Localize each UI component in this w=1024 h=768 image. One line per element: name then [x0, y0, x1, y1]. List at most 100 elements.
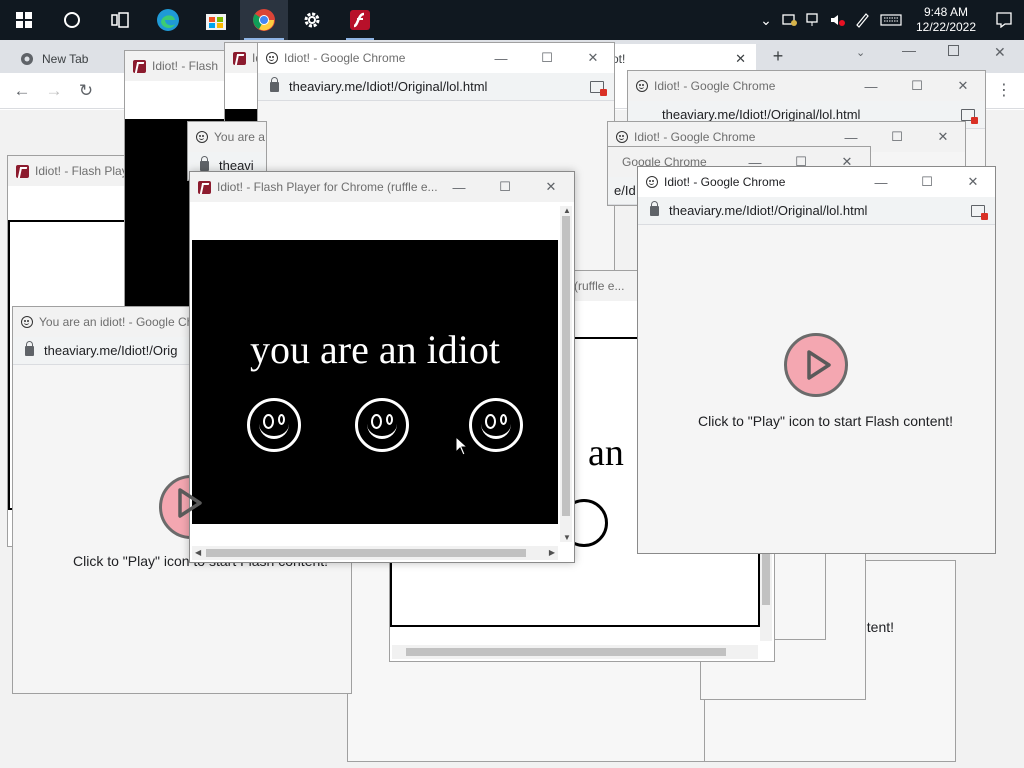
- chevron-up-icon[interactable]: ⌄: [754, 0, 778, 40]
- store-button[interactable]: [192, 0, 240, 40]
- start-button[interactable]: [0, 0, 48, 40]
- maximize-icon[interactable]: ☐: [874, 122, 920, 152]
- cortana-circle-icon: [64, 12, 80, 28]
- chrome-button[interactable]: [240, 0, 288, 40]
- window-title: You are an idiot! - Google Ch: [39, 315, 194, 329]
- edge-icon: [157, 9, 179, 31]
- back-icon[interactable]: ←: [12, 81, 32, 101]
- chrome-popup-small-titlebar[interactable]: You are a: [188, 122, 266, 152]
- close-tab-icon[interactable]: ✕: [735, 51, 746, 67]
- search-button[interactable]: [48, 0, 96, 40]
- task-view-button[interactable]: [96, 0, 144, 40]
- network-icon[interactable]: [802, 0, 826, 40]
- scroll-thumb-h[interactable]: [206, 549, 526, 557]
- horizontal-scrollbar[interactable]: ◀ ▶: [192, 546, 558, 560]
- scroll-up-icon[interactable]: ▲: [563, 206, 571, 215]
- meet-now-icon[interactable]: [778, 0, 802, 40]
- minimize-icon[interactable]: —: [858, 167, 904, 197]
- window-title: Idiot! - Flash: [152, 59, 219, 73]
- window-title: You are a: [214, 130, 265, 144]
- window-title: Idiot! - Google Chrome: [634, 130, 756, 144]
- clock[interactable]: 9:48 AM 12/22/2022: [908, 5, 984, 35]
- edge-button[interactable]: [144, 0, 192, 40]
- smiley-face-icon: [247, 398, 301, 452]
- play-button[interactable]: [784, 333, 848, 397]
- horizontal-scrollbar[interactable]: [392, 645, 758, 659]
- menu-kebab-icon[interactable]: ⋮: [994, 81, 1014, 101]
- smiley-favicon-icon: [266, 52, 278, 64]
- forward-icon[interactable]: →: [44, 81, 64, 101]
- minimize-icon[interactable]: —: [478, 43, 524, 73]
- close-icon[interactable]: ✕: [920, 122, 965, 152]
- notification-icon: [996, 12, 1012, 28]
- minimize-icon[interactable]: —: [848, 71, 894, 101]
- extension-icon[interactable]: [961, 109, 978, 124]
- pen-icon[interactable]: [850, 0, 874, 40]
- close-icon[interactable]: ✕: [528, 172, 574, 202]
- close-window-icon[interactable]: ✕: [994, 44, 1006, 61]
- window-title: Idiot! - Flash Player for Chrome (ruffle…: [217, 180, 438, 194]
- extension-icon[interactable]: [971, 205, 988, 220]
- tab-search-icon[interactable]: ⌄: [856, 46, 865, 59]
- tab-new-tab[interactable]: New Tab: [8, 44, 120, 73]
- maximize-icon[interactable]: ☐: [904, 167, 950, 197]
- tab-label: New Tab: [42, 51, 89, 66]
- tab-idiot[interactable]: ot! ✕: [604, 44, 756, 73]
- keyboard-icon[interactable]: [874, 0, 908, 40]
- store-icon: [206, 14, 226, 30]
- flash-window-left-titlebar[interactable]: Idiot! - Flash Play: [8, 156, 141, 186]
- flash-favicon-icon: [233, 51, 246, 65]
- close-icon[interactable]: ✕: [940, 71, 985, 101]
- address-bar[interactable]: theaviary.me/Idiot!/Original/lol.html: [638, 197, 995, 225]
- maximize-icon[interactable]: ☐: [524, 43, 570, 73]
- chrome-icon: [253, 9, 275, 31]
- flash-message: Click to "Play" icon to start Flash cont…: [698, 413, 954, 429]
- smiley-favicon-icon: [21, 316, 33, 328]
- reload-icon[interactable]: ↻: [76, 81, 96, 101]
- notification-button[interactable]: [984, 0, 1024, 40]
- flash-favicon-icon: [198, 180, 211, 194]
- smiley-face-icon: [355, 398, 409, 452]
- flash-favicon-icon: [133, 59, 146, 73]
- lock-icon: [270, 76, 279, 92]
- scroll-thumb-h[interactable]: [406, 648, 726, 656]
- url-text: theaviary.me/Idiot!/Original/lol.html: [662, 107, 861, 122]
- close-icon[interactable]: ✕: [570, 43, 614, 73]
- flash-window-top-titlebar[interactable]: Idiot! - Flash: [125, 51, 233, 81]
- bg-text-an: an: [588, 432, 624, 474]
- vertical-scrollbar[interactable]: ▲ ▼: [560, 206, 572, 542]
- window-title: Idiot! - Google Chrome: [284, 51, 406, 65]
- taskbar: ⌄ 9:48 AM 12/22/2022: [0, 0, 1024, 40]
- lock-icon: [200, 155, 209, 171]
- scroll-thumb[interactable]: [562, 216, 570, 516]
- maximize-icon[interactable]: ☐: [482, 172, 528, 202]
- flash-icon: [350, 10, 370, 30]
- scroll-right-icon[interactable]: ▶: [549, 548, 555, 557]
- smiley-favicon-icon: [646, 176, 658, 188]
- close-icon[interactable]: ✕: [950, 167, 995, 197]
- url-text: theaviary.me/Idiot!/Orig: [44, 343, 178, 358]
- flash-stage[interactable]: you are an idiot: [192, 240, 558, 524]
- scroll-down-icon[interactable]: ▼: [563, 533, 571, 542]
- gear-icon: [304, 12, 320, 28]
- restore-icon[interactable]: [948, 45, 959, 56]
- idiot-text: you are an idiot: [250, 327, 500, 372]
- flash-player-button[interactable]: [336, 0, 384, 40]
- maximize-icon[interactable]: ☐: [894, 71, 940, 101]
- volume-muted-icon[interactable]: [826, 0, 850, 40]
- play-icon-left: [178, 488, 202, 518]
- url-text: theaviary.me/Idiot!/Original/lol.html: [289, 79, 488, 94]
- play-icon: [807, 350, 831, 380]
- smiley-favicon-icon: [196, 131, 208, 143]
- settings-button[interactable]: [288, 0, 336, 40]
- new-tab-button[interactable]: +: [768, 46, 788, 66]
- system-tray: ⌄ 9:48 AM 12/22/2022: [754, 0, 1024, 40]
- smiley-face-icon: [469, 398, 523, 452]
- chrome-favicon-icon: [21, 52, 33, 65]
- scroll-left-icon[interactable]: ◀: [195, 548, 201, 557]
- address-bar[interactable]: theaviary.me/Idiot!/Original/lol.html: [258, 73, 614, 101]
- window-title: (ruffle e...: [574, 279, 625, 293]
- minimize-icon[interactable]: —: [902, 42, 916, 58]
- minimize-icon[interactable]: —: [436, 172, 482, 202]
- extension-icon[interactable]: [590, 81, 607, 96]
